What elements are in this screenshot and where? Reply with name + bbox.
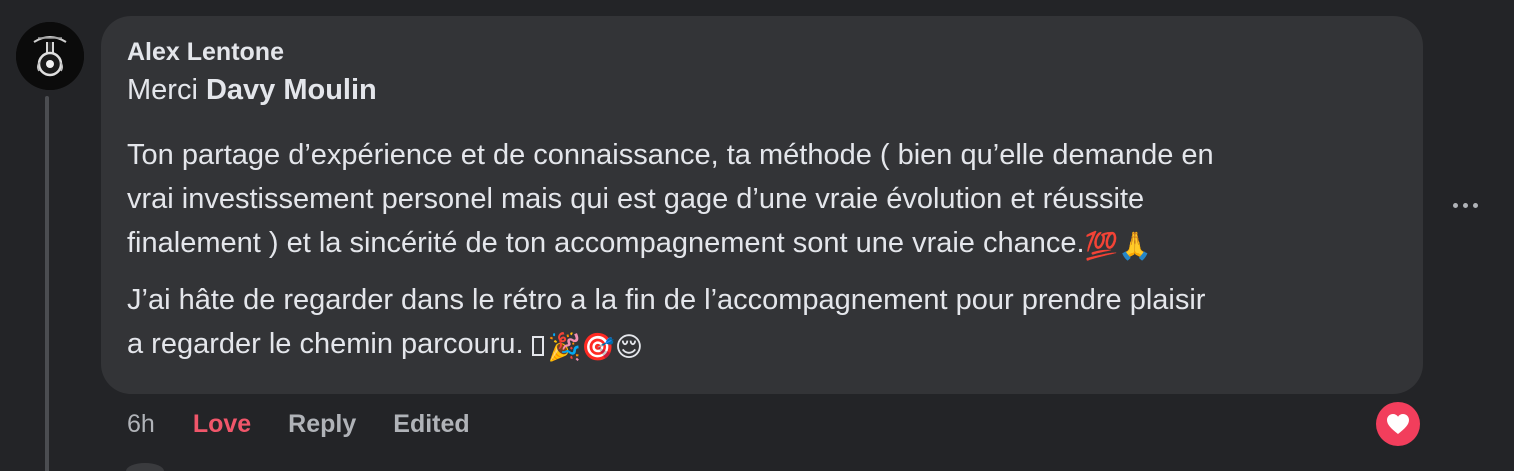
paragraph-line: a regarder le chemin parcouru. 🎉🎯😌 <box>127 322 1397 366</box>
more-horizontal-icon <box>1452 202 1458 208</box>
comment-bubble: Alex Lentone Merci Davy Moulin Ton parta… <box>101 16 1423 394</box>
greeting-text: Merci <box>127 74 198 106</box>
folded-hands-emoji-icon: 🙏 <box>1118 231 1152 261</box>
thread-connector-line <box>45 96 49 471</box>
paragraph-line: Ton partage d’expérience et de connaissa… <box>127 139 1214 171</box>
comment-paragraph-2: J’ai hâte de regarder dans le rétro a la… <box>127 278 1397 366</box>
paragraph-line-text: finalement ) et la sincérité de ton acco… <box>127 227 1085 259</box>
direct-hit-emoji-icon: 🎯 <box>581 332 615 362</box>
avatar-image <box>16 22 84 90</box>
reply-button[interactable]: Reply <box>288 410 356 439</box>
paragraph-line: finalement ) et la sincérité de ton acco… <box>127 221 1397 265</box>
comment-greeting-line: Merci Davy Moulin <box>127 74 377 107</box>
comment-author-name[interactable]: Alex Lentone <box>127 38 284 67</box>
hundred-points-emoji-icon: 💯 <box>1084 231 1119 261</box>
paragraph-line-text: a regarder le chemin parcouru. <box>127 328 532 360</box>
missing-glyph-icon <box>531 336 544 356</box>
love-reaction-button[interactable]: Love <box>193 410 251 439</box>
edited-label[interactable]: Edited <box>393 410 469 439</box>
mention-link[interactable]: Davy Moulin <box>206 74 377 106</box>
comment-paragraph-1: Ton partage d’expérience et de connaissa… <box>127 133 1397 265</box>
paragraph-line: vrai investissement personel mais qui es… <box>127 183 1145 215</box>
comment-thread: Alex Lentone Merci Davy Moulin Ton parta… <box>0 0 1514 471</box>
heart-icon <box>1387 414 1409 434</box>
more-options-button[interactable] <box>1443 185 1487 225</box>
avatar[interactable] <box>16 22 84 90</box>
comment-timestamp[interactable]: 6h <box>127 410 155 439</box>
more-horizontal-icon <box>1462 202 1468 208</box>
more-horizontal-icon <box>1472 202 1478 208</box>
love-reaction-badge[interactable] <box>1376 402 1420 446</box>
next-comment-avatar <box>126 463 164 471</box>
comment-actions-bar: 6h Love Reply Edited <box>127 410 470 439</box>
relieved-face-emoji-icon: 😌 <box>614 332 644 362</box>
party-popper-emoji-icon: 🎉 <box>547 332 582 362</box>
paragraph-line: J’ai hâte de regarder dans le rétro a la… <box>127 284 1206 316</box>
